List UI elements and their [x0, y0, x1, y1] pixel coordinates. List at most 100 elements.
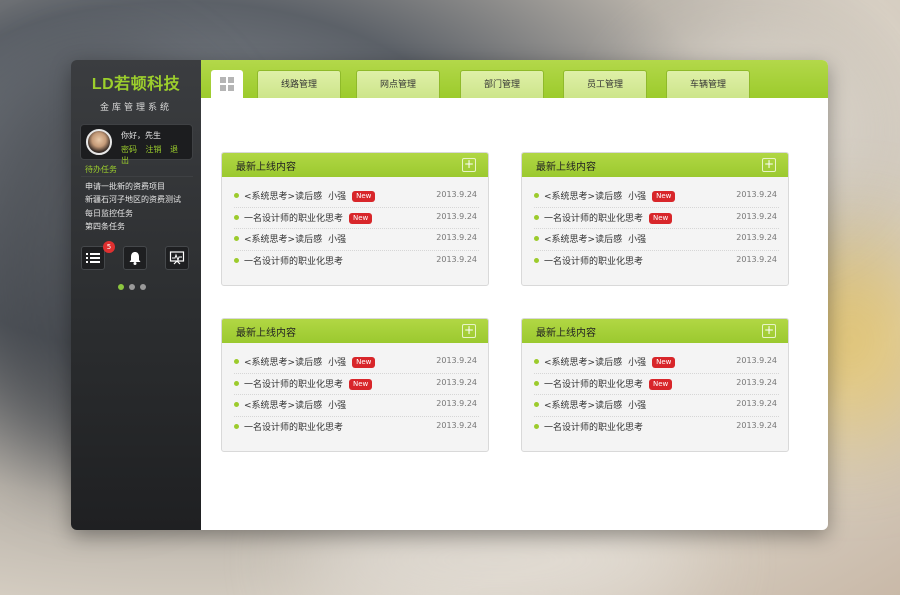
- item-title[interactable]: <系统思考>读后感: [544, 358, 622, 368]
- item-author: 小强: [328, 235, 347, 245]
- item-title[interactable]: <系统思考>读后感: [244, 235, 322, 245]
- pager-dot[interactable]: [140, 284, 146, 290]
- item-date: 2013.9.24: [736, 377, 777, 387]
- item-title[interactable]: 一名设计师的职业化思考: [544, 214, 643, 224]
- list-item[interactable]: <系统思考>读后感 小强 2013.9.24: [234, 229, 479, 251]
- panel-header: 最新上线内容 +: [222, 319, 488, 343]
- item-title[interactable]: <系统思考>读后感: [244, 358, 322, 368]
- item-title[interactable]: 一名设计师的职业化思考: [544, 423, 643, 433]
- item-title[interactable]: 一名设计师的职业化思考: [244, 380, 343, 390]
- item-author: 小强: [628, 401, 647, 411]
- list-item[interactable]: 一名设计师的职业化思考 2013.9.24: [534, 417, 779, 439]
- item-date: 2013.9.24: [736, 254, 777, 264]
- item-title[interactable]: 一名设计师的职业化思考: [244, 257, 343, 267]
- item-title[interactable]: <系统思考>读后感: [544, 235, 622, 245]
- list-item[interactable]: <系统思考>读后感 小强 2013.9.24: [534, 395, 779, 417]
- content-list: <系统思考>读后感 小强 New 2013.9.24 一名设计师的职业化思考 New 20…: [234, 186, 479, 272]
- tab-home[interactable]: [211, 70, 243, 98]
- add-button[interactable]: +: [762, 158, 776, 172]
- bell-icon: [129, 252, 141, 265]
- bullet-icon: [534, 257, 539, 263]
- tab-outlet-management[interactable]: 网点管理: [356, 70, 440, 98]
- item-date: 2013.9.24: [736, 190, 777, 199]
- bullet-icon: [534, 214, 539, 220]
- item-title[interactable]: <系统思考>读后感: [544, 401, 622, 411]
- item-title[interactable]: 一名设计师的职业化思考: [244, 423, 343, 433]
- list-item[interactable]: <系统思考>读后感 小强 New 2013.9.24: [234, 186, 479, 208]
- tab-route-management[interactable]: 线路管理: [257, 70, 341, 98]
- todo-title: 待办任务: [85, 165, 117, 174]
- item-title[interactable]: <系统思考>读后感: [544, 192, 622, 202]
- item-date: 2013.9.24: [736, 356, 777, 365]
- tab-department-management[interactable]: 部门管理: [460, 70, 544, 98]
- todo-item[interactable]: 申请一批新的资费项目: [85, 180, 181, 193]
- list-item[interactable]: <系统思考>读后感 小强 2013.9.24: [534, 229, 779, 251]
- add-button[interactable]: +: [462, 324, 476, 338]
- plus-icon: +: [463, 157, 475, 171]
- new-badge: New: [352, 191, 376, 202]
- item-title[interactable]: <系统思考>读后感: [244, 192, 322, 202]
- item-title[interactable]: 一名设计师的职业化思考: [244, 214, 343, 224]
- new-badge: New: [352, 357, 376, 368]
- item-date: 2013.9.24: [436, 254, 477, 264]
- content-list: <系统思考>读后感 小强 New 2013.9.24 一名设计师的职业化思考 New 20…: [234, 352, 479, 438]
- new-badge: New: [649, 378, 673, 390]
- app-logo: LD若顿科技: [91, 76, 181, 93]
- list-item[interactable]: 一名设计师的职业化思考 2013.9.24: [234, 417, 479, 439]
- monitor-icon: [169, 251, 185, 265]
- list-item[interactable]: 一名设计师的职业化思考 2013.9.24: [234, 251, 479, 273]
- monitor-button[interactable]: [165, 246, 189, 270]
- tab-staff-management[interactable]: 员工管理: [563, 70, 647, 98]
- list-item[interactable]: 一名设计师的职业化思考 New 2013.9.24: [234, 208, 479, 229]
- list-item[interactable]: <系统思考>读后感 小强 New 2013.9.24: [534, 186, 779, 208]
- panel-title: 最新上线内容: [236, 162, 296, 173]
- item-title[interactable]: 一名设计师的职业化思考: [544, 257, 643, 267]
- list-item[interactable]: 一名设计师的职业化思考 New 2013.9.24: [534, 208, 779, 229]
- logout-link[interactable]: 注销: [146, 145, 162, 154]
- tasks-button[interactable]: 5: [81, 241, 115, 270]
- sidebar-tools: 5: [81, 241, 193, 272]
- list-item[interactable]: 一名设计师的职业化思考 New 2013.9.24: [534, 374, 779, 395]
- list-item[interactable]: <系统思考>读后感 小强 New 2013.9.24: [534, 352, 779, 374]
- item-date: 2013.9.24: [436, 377, 477, 387]
- user-links: 密码 注销 退出: [121, 144, 192, 166]
- item-author: 小强: [628, 192, 647, 202]
- bullet-icon: [534, 193, 539, 198]
- pager-dot[interactable]: [129, 284, 135, 290]
- list-item[interactable]: <系统思考>读后感 小强 2013.9.24: [234, 395, 479, 417]
- avatar[interactable]: [86, 129, 112, 155]
- password-link[interactable]: 密码: [121, 145, 137, 154]
- new-badge: New: [649, 212, 673, 224]
- user-greeting: 你好，先生: [121, 131, 161, 140]
- bullet-icon: [234, 193, 239, 198]
- item-author: 小强: [328, 401, 347, 411]
- list-icon: [86, 253, 100, 263]
- list-item[interactable]: 一名设计师的职业化思考 New 2013.9.24: [234, 374, 479, 395]
- add-button[interactable]: +: [762, 324, 776, 338]
- item-author: 小强: [628, 235, 647, 245]
- bullet-icon: [534, 423, 539, 429]
- notifications-button[interactable]: [123, 246, 147, 270]
- item-date: 2013.9.24: [436, 233, 477, 242]
- pager-dot[interactable]: [118, 284, 124, 290]
- new-badge: New: [652, 191, 676, 202]
- grid-icon: [220, 77, 234, 91]
- bullet-icon: [234, 359, 239, 364]
- item-date: 2013.9.24: [736, 420, 777, 430]
- content-list: <系统思考>读后感 小强 New 2013.9.24 一名设计师的职业化思考 New 20…: [534, 186, 779, 272]
- todo-item[interactable]: 每日监控任务: [85, 207, 181, 220]
- list-item[interactable]: 一名设计师的职业化思考 2013.9.24: [534, 251, 779, 273]
- tab-vehicle-management[interactable]: 车辆管理: [666, 70, 750, 98]
- item-title[interactable]: <系统思考>读后感: [244, 401, 322, 411]
- todo-item[interactable]: 第四条任务: [85, 220, 181, 233]
- add-button[interactable]: +: [462, 158, 476, 172]
- plus-icon: +: [763, 323, 775, 337]
- bullet-icon: [234, 214, 239, 220]
- item-author: 小强: [328, 358, 347, 368]
- list-item[interactable]: <系统思考>读后感 小强 New 2013.9.24: [234, 352, 479, 374]
- todo-divider: [81, 176, 193, 177]
- plus-icon: +: [763, 157, 775, 171]
- item-title[interactable]: 一名设计师的职业化思考: [544, 380, 643, 390]
- bullet-icon: [234, 402, 239, 407]
- todo-item[interactable]: 新疆石河子地区的资费测试: [85, 193, 181, 206]
